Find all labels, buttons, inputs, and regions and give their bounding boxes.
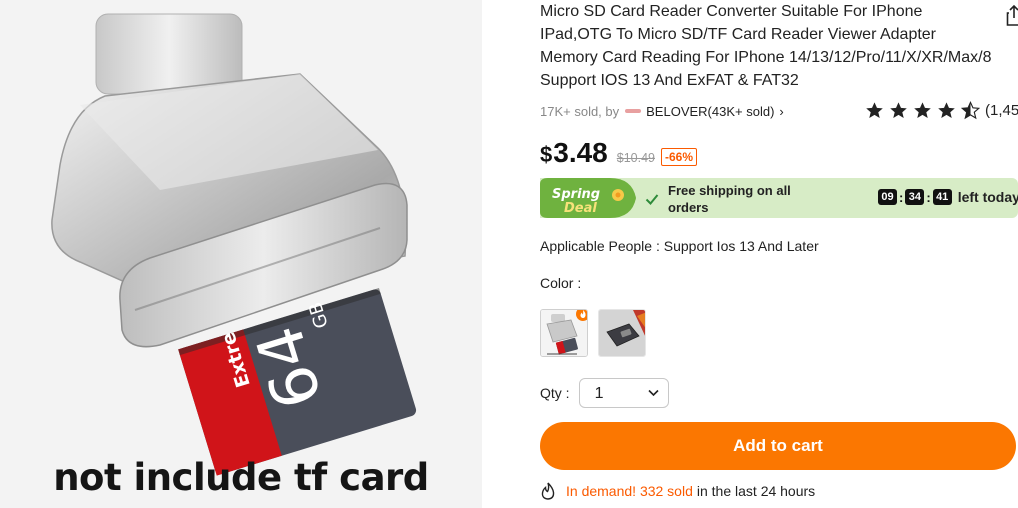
timer-hours: 09 bbox=[878, 189, 897, 205]
gray-reader-thumbnail bbox=[599, 310, 645, 356]
deal-badge-line1: Spring bbox=[552, 187, 600, 202]
seller-row: 17K+ sold, by BELOVER(43K+ sold) › (1,45 bbox=[540, 101, 1018, 121]
store-link[interactable]: BELOVER(43K+ sold) bbox=[646, 104, 774, 119]
timer-separator: : bbox=[926, 189, 931, 205]
color-option-space-gray[interactable] bbox=[598, 309, 646, 357]
color-label: Color : bbox=[540, 275, 582, 291]
price-row: $ 3.48 $10.49 -66% bbox=[540, 137, 697, 171]
quantity-select[interactable]: 1 bbox=[578, 378, 669, 408]
spring-deal-badge: Spring Deal bbox=[540, 178, 636, 218]
free-shipping-text: Free shipping on all orders bbox=[668, 183, 791, 215]
price-currency: $ bbox=[540, 142, 553, 167]
star-icon bbox=[866, 102, 883, 119]
product-details: Micro SD Card Reader Converter Suitable … bbox=[540, 0, 1018, 508]
demand-rest: in the last 24 hours bbox=[696, 483, 816, 499]
color-option-silver[interactable] bbox=[540, 309, 588, 357]
countdown-timer: 09 : 34 : 41 left today bbox=[878, 189, 1018, 205]
discount-badge: -66% bbox=[660, 148, 697, 166]
deal-badge-line2: Deal bbox=[564, 201, 597, 216]
star-icon bbox=[938, 102, 955, 119]
timer-seconds: 41 bbox=[932, 189, 952, 205]
demand-highlight: In demand! 332 sold bbox=[566, 483, 693, 499]
rating[interactable]: (1,45 bbox=[865, 101, 1018, 120]
price-amount: 3.48 bbox=[553, 137, 608, 168]
product-title: Micro SD Card Reader Converter Suitable … bbox=[540, 3, 992, 89]
product-image[interactable]: Extre 64 GB not include tf card bbox=[0, 0, 482, 508]
color-swatches bbox=[540, 309, 646, 357]
chevron-down-icon bbox=[647, 389, 659, 397]
star-icon bbox=[914, 102, 931, 119]
star-icon bbox=[890, 102, 907, 119]
applicable-people: Applicable People : Support Ios 13 And L… bbox=[540, 238, 819, 254]
free-shipping: Free shipping on all orders bbox=[644, 182, 818, 216]
flame-icon bbox=[541, 482, 555, 500]
deal-banner: Spring Deal Free shipping on all orders … bbox=[540, 178, 1018, 218]
card-reader-illustration: Extre 64 GB bbox=[51, 13, 417, 476]
store-logo bbox=[625, 107, 642, 115]
quantity-label: Qty : bbox=[540, 385, 570, 401]
half-star-icon bbox=[961, 101, 980, 120]
store-chevron-icon[interactable]: › bbox=[779, 104, 783, 119]
check-icon bbox=[645, 194, 659, 205]
demand-notice: In demand! 332 sold in the last 24 hours bbox=[540, 482, 815, 500]
quantity-value: 1 bbox=[594, 385, 604, 402]
quantity-row: Qty : 1 bbox=[540, 378, 669, 408]
timer-minutes: 34 bbox=[905, 189, 925, 205]
add-to-cart-button[interactable]: Add to cart bbox=[540, 422, 1016, 470]
original-price: $10.49 bbox=[616, 151, 655, 165]
sold-count: 17K+ sold, by bbox=[540, 103, 620, 119]
rating-count: (1,45 bbox=[985, 102, 1018, 119]
image-caption: not include tf card bbox=[53, 456, 429, 499]
hot-flame-icon bbox=[576, 310, 587, 321]
timer-separator: : bbox=[899, 189, 904, 205]
timer-suffix: left today bbox=[957, 189, 1018, 205]
